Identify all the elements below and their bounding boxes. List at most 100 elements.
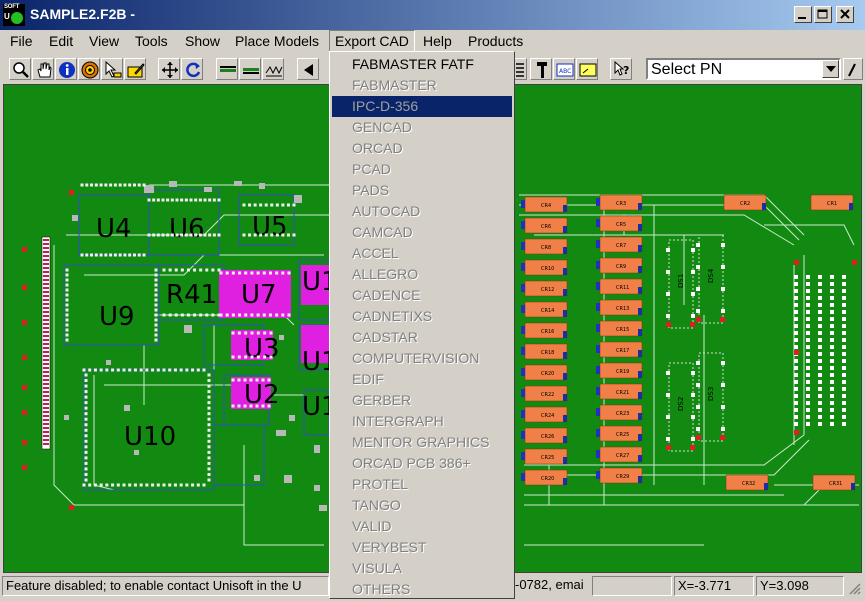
info-button[interactable]	[55, 58, 77, 80]
search-button[interactable]	[843, 58, 863, 80]
maximize-button[interactable]	[814, 6, 832, 23]
menu-show[interactable]: Show	[180, 30, 225, 52]
menu-edit[interactable]: Edit	[44, 30, 78, 52]
connector-pin	[43, 331, 49, 333]
edit-button[interactable]	[124, 58, 146, 80]
export-menu-item[interactable]: INTERGRAPH	[332, 411, 512, 432]
export-menu-item[interactable]: PADS	[332, 180, 512, 201]
test-pad	[69, 190, 74, 195]
text-button[interactable]: ABC	[553, 58, 575, 80]
magenta-pin	[250, 331, 254, 335]
export-menu-item[interactable]: AUTOCAD	[332, 201, 512, 222]
magenta-pin	[237, 404, 241, 408]
redraw-button[interactable]	[181, 58, 203, 80]
layer-top-button[interactable]	[216, 58, 238, 80]
resistor-label: CR25	[541, 455, 554, 461]
export-menu-item[interactable]: VALID	[332, 516, 512, 537]
ic-pin	[132, 183, 136, 187]
export-menu-item[interactable]: ACCEL	[332, 243, 512, 264]
ic-pin	[99, 183, 103, 187]
ic-pin	[84, 406, 88, 410]
ic-pin	[111, 368, 115, 372]
ic-pin	[170, 198, 174, 202]
menu-tools[interactable]: Tools	[130, 30, 173, 52]
grid-pin	[818, 408, 822, 412]
export-menu-item[interactable]: PROTEL	[332, 474, 512, 495]
export-menu-item[interactable]: GERBER	[332, 390, 512, 411]
ic-pin	[270, 203, 274, 207]
target-button[interactable]	[78, 58, 100, 80]
export-menu-item[interactable]: TANGO	[332, 495, 512, 516]
resize-grip-icon[interactable]	[848, 582, 862, 601]
pan-button[interactable]	[32, 58, 54, 80]
connector-pin	[43, 279, 49, 281]
ic-pin	[186, 313, 190, 317]
grid-pin	[830, 275, 834, 279]
probe-button[interactable]	[530, 58, 552, 80]
title-bar[interactable]: SOFT U SAMPLE2.F2B -	[0, 0, 865, 30]
zoom-button[interactable]	[9, 58, 31, 80]
previous-button[interactable]	[297, 58, 319, 80]
minimize-button[interactable]	[794, 6, 812, 23]
magenta-pin	[287, 313, 291, 317]
grid-pin	[842, 408, 846, 412]
connector-pin	[43, 307, 49, 309]
note-button[interactable]	[576, 58, 598, 80]
resistor-pad	[638, 392, 642, 399]
export-menu-item[interactable]: CADSTAR	[332, 327, 512, 348]
ic-pin	[184, 233, 188, 237]
ic-pin	[156, 368, 160, 372]
grid-pin	[806, 331, 810, 335]
ic-pin	[170, 233, 174, 237]
export-menu-item[interactable]: CAMCAD	[332, 222, 512, 243]
app-logo-icon[interactable]: SOFT U	[3, 4, 25, 26]
select-tool-button[interactable]	[101, 58, 123, 80]
export-menu-item[interactable]: CADENCE	[332, 285, 512, 306]
export-menu-item[interactable]: PCAD	[332, 159, 512, 180]
gray-pad	[314, 445, 320, 453]
export-menu-item[interactable]: VERYBEST	[332, 537, 512, 558]
export-menu-item[interactable]: ALLEGRO	[332, 264, 512, 285]
export-menu-item[interactable]: ORCAD PCB 386+	[332, 453, 512, 474]
export-menu-item[interactable]: CADNETIXS	[332, 306, 512, 327]
menu-file[interactable]: File	[5, 30, 38, 52]
resistor-label: CR27	[616, 453, 629, 459]
ic-pin	[99, 483, 103, 487]
grid-pin	[842, 324, 846, 328]
magenta-pin	[219, 271, 223, 275]
select-pn-arrow[interactable]	[822, 60, 839, 78]
trace-button[interactable]	[262, 58, 284, 80]
menu-products[interactable]: Products	[463, 30, 528, 52]
ic-pin	[286, 203, 290, 207]
diode-pad	[721, 265, 725, 269]
grid-pin	[794, 324, 798, 328]
connector-pin	[43, 407, 49, 409]
menu-help[interactable]: Help	[418, 30, 457, 52]
test-pad	[22, 385, 27, 390]
export-menu-item[interactable]: IPC-D-356	[332, 96, 512, 117]
layer-bottom-button[interactable]	[239, 58, 261, 80]
menu-export-cad[interactable]: Export CAD	[329, 30, 415, 52]
export-menu-item[interactable]: COMPUTERVISION	[332, 348, 512, 369]
menu-view[interactable]: View	[84, 30, 124, 52]
diode-pad	[696, 243, 700, 247]
minimize-icon	[798, 17, 806, 19]
select-pn-dropdown[interactable]: Select PN	[646, 58, 841, 80]
export-menu-item[interactable]: ORCAD	[332, 138, 512, 159]
ic-pin	[207, 478, 211, 482]
resistor-pad	[563, 478, 567, 485]
grid-pin	[830, 289, 834, 293]
menu-place-models[interactable]: Place Models	[230, 30, 324, 52]
export-menu-item[interactable]: EDIF	[332, 369, 512, 390]
close-button[interactable]	[836, 6, 854, 23]
ic-pin	[93, 368, 97, 372]
move-button[interactable]	[158, 58, 180, 80]
grid-pin	[794, 408, 798, 412]
grid-pin	[794, 387, 798, 391]
export-menu-item[interactable]: FABMASTER FATF	[332, 54, 512, 75]
export-menu-item[interactable]: FABMASTER	[332, 75, 512, 96]
ic-pin	[162, 268, 166, 272]
help-pointer-button[interactable]: ?	[610, 58, 632, 80]
export-menu-item[interactable]: MENTOR GRAPHICS	[332, 432, 512, 453]
export-menu-item[interactable]: GENCAD	[332, 117, 512, 138]
